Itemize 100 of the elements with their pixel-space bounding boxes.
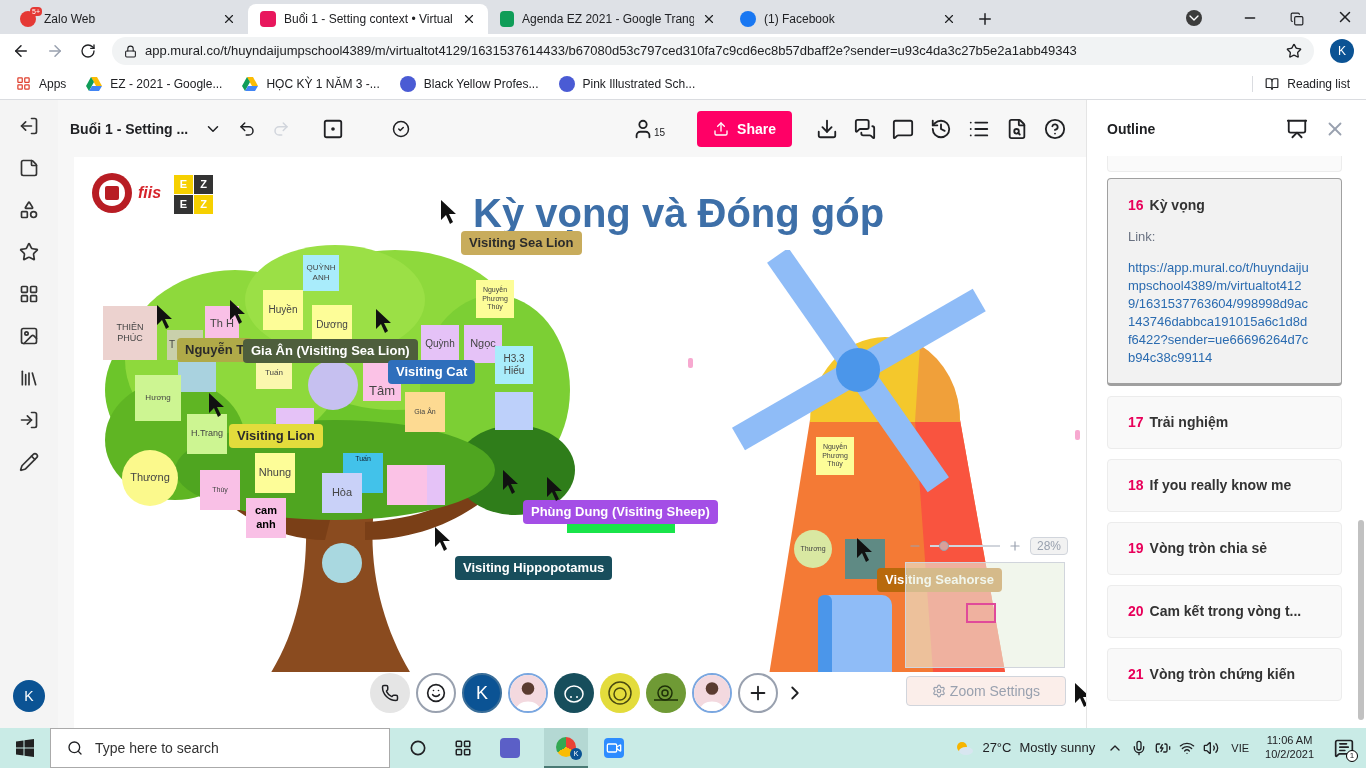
- sticky-note[interactable]: Ngọc: [464, 325, 502, 363]
- clock-date: 10/2/2021: [1265, 748, 1314, 762]
- clock-time: 11:06 AM: [1266, 734, 1313, 748]
- cursor-icon: [857, 538, 873, 562]
- cursor-icon: [435, 527, 451, 551]
- grid-icon[interactable]: [19, 284, 39, 304]
- undo-icon[interactable]: [238, 119, 257, 138]
- outline-item[interactable]: 19 Vòng tròn chia sẻ: [1107, 521, 1342, 575]
- import-icon[interactable]: [19, 410, 39, 430]
- timer-icon[interactable]: [930, 117, 952, 140]
- download-icon[interactable]: [816, 117, 838, 140]
- task-view-icon[interactable]: [454, 739, 472, 757]
- frame-icon[interactable]: [322, 117, 345, 140]
- close-icon[interactable]: [702, 12, 716, 26]
- board-title[interactable]: Buổi 1 - Setting ...: [70, 118, 189, 139]
- teams-icon[interactable]: [500, 738, 520, 758]
- windows-icon[interactable]: [16, 739, 34, 757]
- browser-tab[interactable]: Buổi 1 - Setting context • Virtual: [248, 4, 488, 34]
- cortana-icon[interactable]: [410, 740, 426, 756]
- restore-icon[interactable]: [1290, 12, 1304, 26]
- shapes-icon[interactable]: [19, 200, 39, 220]
- zoom-app-icon[interactable]: [604, 738, 624, 758]
- weather-icon: [954, 740, 975, 756]
- profile-avatar[interactable]: K: [1330, 39, 1354, 63]
- hippo-avatar[interactable]: [554, 673, 594, 713]
- battery-icon[interactable]: [1155, 740, 1172, 756]
- language-indicator[interactable]: VIE: [1231, 739, 1250, 757]
- address-bar[interactable]: app.mural.co/t/huyndaijumpschool4389/m/virtualtot4129/1631537614433/b67080d53c797ced310fa7c9cd6ec8b57dbaff2e?sender=u93c4da3c27b5e2a1abb49343: [112, 37, 1314, 65]
- sticky-note[interactable]: Quỳnh: [421, 325, 459, 363]
- wifi-icon[interactable]: [1179, 740, 1196, 756]
- outline-item[interactable]: 16 Kỳ vọng Link: https://app.mural.co/t/huyndaijumpschool4389/m/virtualtot4129/1631537763604/998998d9ac143746dabbca191015a6c1d8df6422?sender=ue66696264d7cb94c38c99114: [1107, 178, 1342, 386]
- bookmark-link[interactable]: Black Yellow Profes...: [423, 75, 539, 92]
- sticky-note[interactable]: Hòa: [322, 473, 362, 513]
- outline-item[interactable]: 21 Vòng tròn chứng kiến: [1107, 647, 1342, 701]
- bookmark-link[interactable]: EZ - 2021 - Google...: [110, 75, 223, 92]
- bookmark-star-icon[interactable]: [1286, 43, 1302, 59]
- sticky-note-icon[interactable]: [19, 158, 39, 178]
- sticky-note[interactable]: cam anh: [246, 498, 286, 538]
- bookmark-link[interactable]: Pink Illustrated Sch...: [582, 75, 696, 92]
- note-text: H.Trang: [190, 428, 224, 440]
- reading-list-icon[interactable]: [1265, 76, 1280, 91]
- note-text: Hương: [145, 393, 171, 403]
- bookmark-link[interactable]: Apps: [39, 75, 67, 92]
- outline-item[interactable]: 17 Trải nghiệm: [1107, 395, 1342, 449]
- back-icon[interactable]: [12, 42, 30, 60]
- weather-text: Mostly sunny: [1019, 739, 1096, 758]
- library-icon[interactable]: [19, 368, 39, 388]
- sticky-note[interactable]: Huyền: [263, 290, 303, 330]
- presentation-icon[interactable]: [1286, 117, 1308, 140]
- notifications-icon[interactable]: [1334, 738, 1354, 758]
- note-text: Tâm: [369, 382, 395, 399]
- browser-tab[interactable]: (1) Facebook: [728, 4, 968, 34]
- pencil-icon[interactable]: [19, 452, 39, 472]
- forward-icon[interactable]: [46, 42, 64, 60]
- new-tab-icon[interactable]: [976, 10, 994, 28]
- add-button[interactable]: [738, 673, 778, 713]
- cursor-icon: [376, 309, 392, 333]
- item-number: 16: [1128, 196, 1144, 215]
- sticky-note[interactable]: H3.3 Hiếu: [495, 346, 533, 384]
- tab-search-icon[interactable]: [1186, 10, 1202, 26]
- item-number: 19: [1128, 539, 1144, 558]
- browser-tab[interactable]: Agenda EZ 2021 - Google Trang: [488, 4, 728, 34]
- user-avatar[interactable]: [692, 673, 732, 713]
- close-icon[interactable]: [222, 12, 236, 26]
- reaction-button[interactable]: [416, 673, 456, 713]
- item-link[interactable]: https://app.mural.co/t/huyndaijumpschool4389/m/virtualtot4129/1631537763604/998998d9ac143746dabbca191015a6c1d8df6422?sender=ue66696264d7cb94c38c99114: [1128, 258, 1310, 367]
- sticky-note[interactable]: Nhung: [255, 453, 295, 493]
- check-icon[interactable]: [392, 119, 411, 138]
- outline-item[interactable]: 20 Cam kết trong vòng t...: [1107, 584, 1342, 638]
- close-icon[interactable]: [942, 12, 956, 26]
- comment-icon[interactable]: [892, 117, 914, 140]
- sticky-note[interactable]: Hương: [135, 375, 181, 421]
- volume-icon[interactable]: [1203, 740, 1220, 756]
- temperature: 27°C: [982, 739, 1012, 758]
- exit-icon[interactable]: [19, 116, 39, 136]
- search-placeholder: Type here to search: [95, 739, 219, 758]
- user-avatar[interactable]: [508, 673, 548, 713]
- note-text: Thương: [130, 471, 170, 485]
- image-icon[interactable]: [19, 326, 39, 346]
- slider-thumb[interactable]: [939, 541, 949, 551]
- reload-icon[interactable]: [80, 43, 96, 59]
- chat-icon[interactable]: [854, 117, 876, 140]
- outline-item[interactable]: 18 If you really know me: [1107, 458, 1342, 512]
- snail-avatar[interactable]: [646, 673, 686, 713]
- star-icon[interactable]: [19, 242, 39, 262]
- item-number: 17: [1128, 413, 1144, 432]
- taskbar-search[interactable]: Type here to search: [50, 728, 390, 768]
- sticky-note[interactable]: H.Trang: [187, 414, 227, 454]
- user-avatar[interactable]: K: [13, 680, 45, 712]
- share-button[interactable]: Share: [697, 110, 792, 147]
- reading-list-link[interactable]: Reading list: [1287, 75, 1350, 92]
- search-icon[interactable]: [1006, 117, 1028, 140]
- lion-avatar[interactable]: [600, 673, 640, 713]
- user-avatar[interactable]: K: [462, 673, 502, 713]
- sticky-note[interactable]: QUỲNH ANH: [303, 255, 339, 291]
- call-button[interactable]: [370, 673, 410, 713]
- sticky-note[interactable]: THIÊN PHÚC: [103, 306, 157, 360]
- help-icon[interactable]: [1044, 117, 1066, 140]
- bookmark-link[interactable]: HỌC KỲ 1 NĂM 3 -...: [266, 75, 380, 92]
- close-icon[interactable]: [462, 12, 476, 26]
